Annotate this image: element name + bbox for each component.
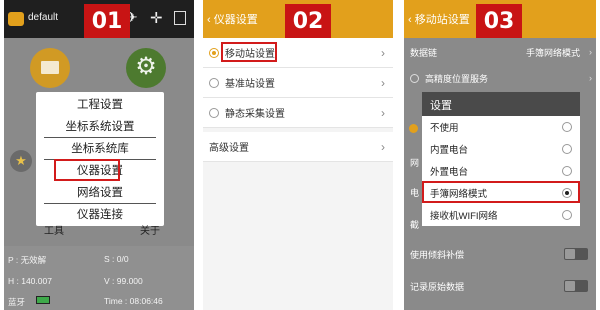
radio-unselected[interactable]: [562, 122, 572, 132]
back-button[interactable]: ‹ 移动站设置: [408, 11, 470, 27]
row-base-settings[interactable]: 基准站设置 ›: [203, 68, 393, 98]
radio-unselected[interactable]: [562, 210, 572, 220]
crosshair-icon[interactable]: ✛: [150, 9, 163, 27]
menu-item-network-settings[interactable]: 网络设置: [36, 181, 164, 203]
about-label: 关于: [140, 226, 160, 237]
raw-data-row[interactable]: 记录原始数据: [404, 274, 596, 298]
position-status: P : 无效解: [8, 255, 47, 265]
hp-service-label: 高精度位置服务: [425, 73, 489, 84]
datalink-row[interactable]: 数据链 手簿网络模式 ›: [404, 40, 596, 64]
project-name: default: [28, 12, 59, 23]
tilt-row[interactable]: 使用倾斜补偿: [404, 242, 596, 266]
partial-label: 网: [410, 158, 420, 168]
bottom-status: P : 无效解 S : 0/0 H : 140.007 V : 99.000 蓝…: [4, 246, 194, 310]
tilt-label: 使用倾斜补偿: [410, 249, 465, 260]
gear-app-icon[interactable]: ⚙: [126, 48, 166, 88]
row-advanced-settings[interactable]: 高级设置 ›: [203, 132, 393, 162]
option-label: 不使用: [430, 123, 459, 134]
panel-main-menu: default ✈ ✛ 01 ⚙ ★ 工程设置 坐标系统设置 坐标系统库 仪器设…: [4, 0, 194, 310]
star-icon[interactable]: ★: [10, 150, 32, 172]
chevron-right-icon: ›: [381, 75, 385, 90]
bluetooth-label: 蓝牙: [8, 297, 26, 307]
option-label: 外置电台: [430, 167, 469, 178]
folder-app-icon[interactable]: [30, 48, 70, 88]
option-receiver-wifi[interactable]: 接收机WIFI网络: [422, 204, 580, 226]
raw-data-label: 记录原始数据: [410, 281, 465, 292]
step-badge-01: 01: [84, 4, 130, 38]
option-internal-radio[interactable]: 内置电台: [422, 138, 580, 160]
h-value: H : 140.007: [8, 276, 52, 286]
row-label: 基准站设置: [225, 79, 275, 90]
highlight-rover-settings: [221, 42, 277, 62]
menu-item-coord-system-settings[interactable]: 坐标系统设置: [36, 115, 164, 137]
datalink-dialog: 设置 不使用 内置电台 外置电台 手簿网络模式 接收机WIFI网络: [422, 92, 580, 226]
datalink-label: 数据链: [410, 47, 438, 58]
back-button[interactable]: ‹ 仪器设置: [207, 11, 258, 27]
dialog-header: 设置: [422, 92, 580, 116]
background-radio: [409, 124, 418, 133]
v-value: V : 99.000: [104, 276, 143, 286]
partial-label: 电: [410, 188, 420, 198]
option-none[interactable]: 不使用: [422, 116, 580, 138]
gear-icon: ⚙: [135, 53, 157, 80]
highlight-handheld-network: [422, 181, 580, 203]
dialog-title: 设置: [430, 100, 452, 112]
radio-unselected[interactable]: [209, 107, 219, 118]
tilt-toggle[interactable]: [564, 248, 588, 260]
step-badge-03: 03: [476, 4, 522, 38]
time-display: Time : 08:06:46: [104, 296, 163, 306]
settings-doc-icon[interactable]: [174, 11, 186, 25]
option-external-radio[interactable]: 外置电台: [422, 160, 580, 182]
app-logo-icon: [8, 12, 24, 26]
highlight-instrument-settings: [54, 159, 120, 181]
chevron-right-icon: ›: [381, 139, 385, 154]
menu-item-project-settings[interactable]: 工程设置: [36, 93, 164, 115]
chevron-right-icon: ›: [381, 45, 385, 60]
partial-label: 截: [410, 220, 420, 230]
hp-service-row[interactable]: 高精度位置服务 ›: [404, 66, 596, 90]
step-badge-02: 02: [285, 4, 331, 38]
panel-rover-settings: ‹ 移动站设置 03 数据链 手簿网络模式 › 高精度位置服务 › 网 电 截 …: [404, 0, 596, 310]
radio-unselected[interactable]: [410, 73, 419, 83]
tools-label: 工具: [44, 226, 64, 237]
row-static-settings[interactable]: 静态采集设置 ›: [203, 98, 393, 128]
radio-unselected[interactable]: [562, 144, 572, 154]
raw-data-toggle[interactable]: [564, 280, 588, 292]
radio-unselected[interactable]: [209, 77, 219, 88]
menu-item-coord-system-library[interactable]: 坐标系统库: [36, 137, 164, 159]
chevron-right-icon: ›: [589, 47, 592, 57]
radio-selected[interactable]: [209, 47, 219, 58]
satellite-status: S : 0/0: [104, 254, 129, 264]
panel-instrument-settings: ‹ 仪器设置 02 移动站设置 › 基准站设置 › 静态采集设置 › 高级设置 …: [203, 0, 393, 310]
radio-unselected[interactable]: [562, 166, 572, 176]
battery-icon: [36, 296, 50, 304]
chevron-right-icon: ›: [589, 73, 592, 83]
row-label: 静态采集设置: [225, 109, 285, 120]
option-label: 接收机WIFI网络: [430, 211, 498, 222]
datalink-value: 手簿网络模式: [525, 47, 580, 58]
folder-icon: [41, 61, 59, 74]
row-label: 高级设置: [209, 143, 249, 154]
chevron-right-icon: ›: [381, 105, 385, 120]
option-label: 内置电台: [430, 145, 469, 156]
